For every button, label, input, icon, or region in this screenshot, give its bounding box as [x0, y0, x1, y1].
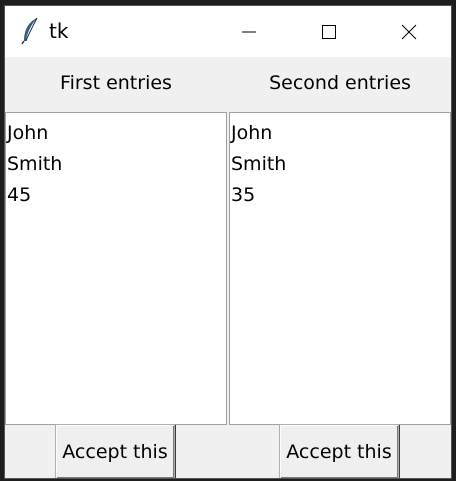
- accept-second-button[interactable]: Accept this: [279, 424, 399, 478]
- second-entries-label: Second entries: [269, 72, 411, 94]
- tk-window: tk First entries Second entries John Smi…: [4, 5, 452, 479]
- maximize-button[interactable]: [299, 6, 359, 57]
- maximize-icon: [322, 24, 336, 39]
- list-item[interactable]: Smith: [6, 149, 226, 180]
- accept-first-button[interactable]: Accept this: [55, 424, 175, 478]
- first-entries-listbox[interactable]: John Smith 45: [5, 112, 227, 425]
- window-title: tk: [49, 19, 69, 43]
- list-item[interactable]: Smith: [230, 149, 450, 180]
- list-item[interactable]: 35: [230, 180, 450, 211]
- title-bar[interactable]: tk: [5, 6, 451, 57]
- second-entries-listbox[interactable]: John Smith 35: [229, 112, 451, 425]
- first-entries-label: First entries: [60, 72, 172, 94]
- close-icon: [401, 24, 417, 39]
- minimize-button[interactable]: [219, 6, 279, 57]
- list-item[interactable]: John: [230, 118, 450, 149]
- list-item[interactable]: John: [6, 118, 226, 149]
- list-item[interactable]: 45: [6, 180, 226, 211]
- close-button[interactable]: [379, 6, 439, 57]
- tk-feather-icon: [21, 17, 41, 45]
- minimize-icon: [242, 31, 256, 32]
